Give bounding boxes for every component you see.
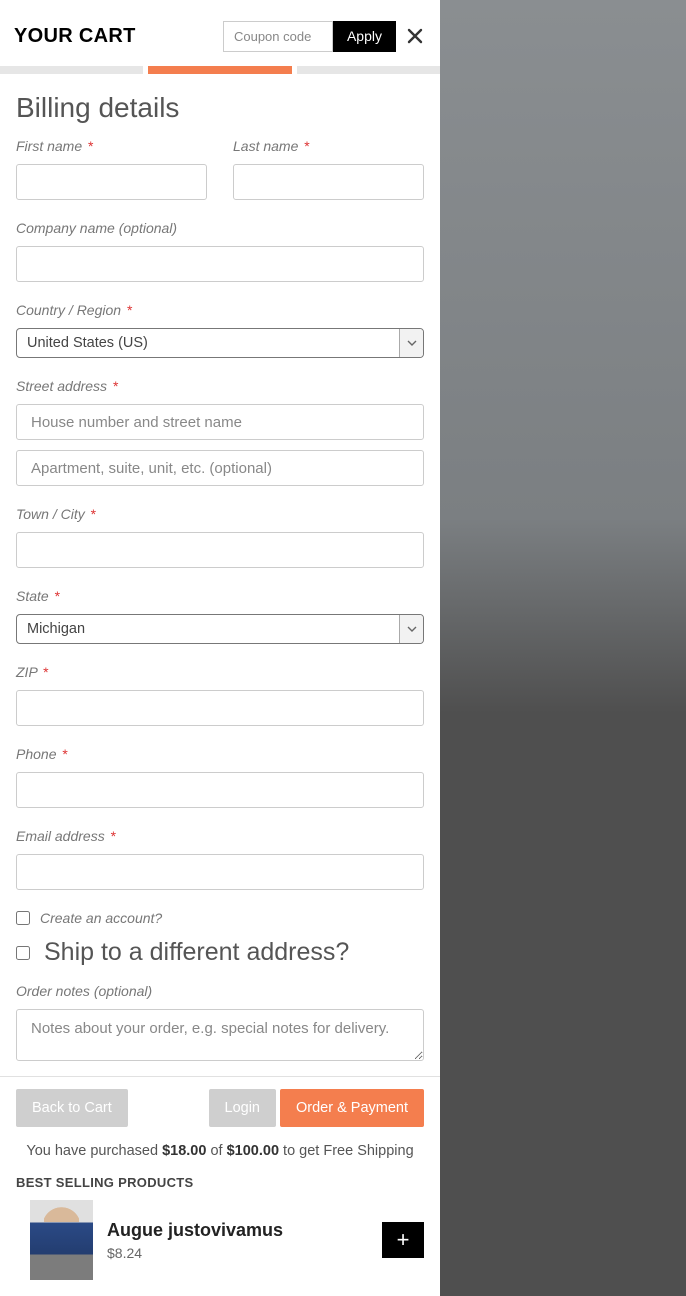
product-price: $8.24 <box>107 1245 368 1261</box>
phone-input[interactable] <box>16 772 424 808</box>
step-3 <box>297 66 440 74</box>
create-account-checkbox[interactable] <box>16 911 30 925</box>
street-address-2-input[interactable] <box>16 450 424 486</box>
plus-icon: + <box>397 1227 410 1253</box>
chevron-down-icon <box>399 615 423 643</box>
cart-title: YOUR CART <box>14 25 136 48</box>
order-notes-label: Order notes (optional) <box>16 983 424 999</box>
product-info: Augue justovivamus $8.24 <box>107 1220 368 1261</box>
close-panel-button[interactable] <box>404 25 426 47</box>
street-label: Street address * <box>16 378 424 394</box>
product-thumbnail[interactable] <box>30 1200 93 1280</box>
chevron-down-icon <box>399 329 423 357</box>
free-shipping-progress-text: You have purchased $18.00 of $100.00 to … <box>16 1143 424 1159</box>
first-name-input[interactable] <box>16 164 207 200</box>
product-name[interactable]: Augue justovivamus <box>107 1220 368 1241</box>
state-label: State * <box>16 588 424 604</box>
coupon-row: Apply <box>223 21 426 52</box>
progress-steps <box>0 66 440 74</box>
company-input[interactable] <box>16 246 424 282</box>
product-card: Augue justovivamus $8.24 + <box>16 1200 424 1280</box>
company-label: Company name (optional) <box>16 220 424 236</box>
ship-different-label: Ship to a different address? <box>44 938 349 967</box>
cart-panel: YOUR CART Apply Billing details First na… <box>0 0 440 1296</box>
email-label: Email address * <box>16 828 424 844</box>
state-value: Michigan <box>17 621 399 637</box>
add-to-cart-button[interactable]: + <box>382 1222 424 1258</box>
apply-coupon-button[interactable]: Apply <box>333 21 396 52</box>
zip-input[interactable] <box>16 690 424 726</box>
content-scroll[interactable]: Billing details First name * Last name *… <box>0 74 440 1076</box>
zip-label: ZIP * <box>16 664 424 680</box>
step-2 <box>148 66 291 74</box>
panel-footer: Back to Cart Login Order & Payment You h… <box>0 1076 440 1296</box>
step-1 <box>0 66 143 74</box>
modal-backdrop[interactable] <box>440 0 686 1296</box>
last-name-input[interactable] <box>233 164 424 200</box>
best-selling-heading: BEST SELLING PRODUCTS <box>16 1175 424 1190</box>
country-select[interactable]: United States (US) <box>16 328 424 358</box>
street-address-1-input[interactable] <box>16 404 424 440</box>
email-input[interactable] <box>16 854 424 890</box>
coupon-input[interactable] <box>223 21 333 52</box>
country-label: Country / Region * <box>16 302 424 318</box>
topbar: YOUR CART Apply <box>0 0 440 66</box>
order-payment-button[interactable]: Order & Payment <box>280 1089 424 1127</box>
phone-label: Phone * <box>16 746 424 762</box>
create-account-label: Create an account? <box>40 910 162 926</box>
last-name-label: Last name * <box>233 138 424 154</box>
billing-heading: Billing details <box>16 82 424 138</box>
login-button[interactable]: Login <box>209 1089 276 1127</box>
order-notes-input[interactable] <box>16 1009 424 1061</box>
back-to-cart-button[interactable]: Back to Cart <box>16 1089 128 1127</box>
city-input[interactable] <box>16 532 424 568</box>
country-value: United States (US) <box>17 335 399 351</box>
first-name-label: First name * <box>16 138 207 154</box>
ship-different-checkbox[interactable] <box>16 946 30 960</box>
close-icon <box>407 28 423 44</box>
state-select[interactable]: Michigan <box>16 614 424 644</box>
city-label: Town / City * <box>16 506 424 522</box>
